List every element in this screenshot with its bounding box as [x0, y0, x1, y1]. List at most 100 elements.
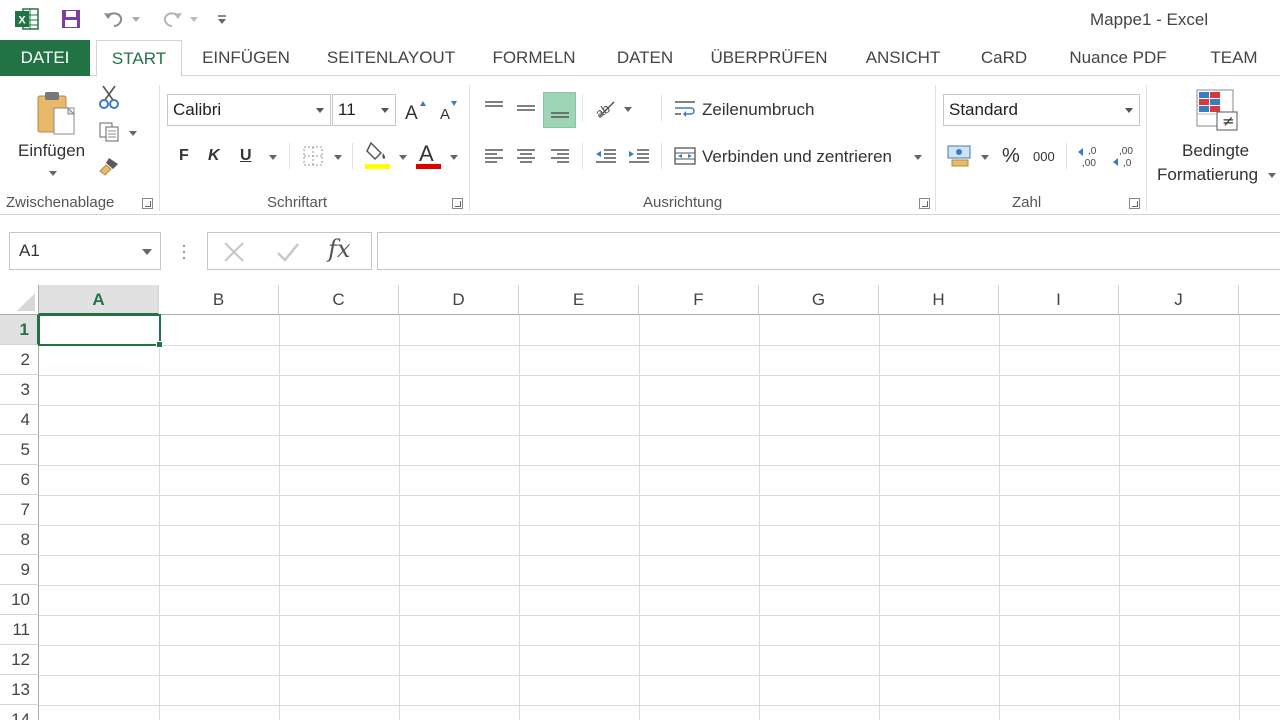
wrap-text-button[interactable]: Zeilenumbruch [702, 100, 814, 120]
format-painter-icon[interactable] [96, 153, 122, 179]
copy-icon[interactable] [96, 119, 122, 145]
align-right-icon[interactable] [546, 143, 574, 169]
underline-dropdown-icon[interactable] [269, 155, 277, 160]
tab-seitenlayout[interactable]: SEITENLAYOUT [322, 40, 460, 76]
fill-color-dropdown-icon[interactable] [399, 155, 407, 160]
number-launcher-icon[interactable] [1129, 198, 1140, 209]
font-name-combo[interactable]: Calibri [167, 94, 331, 126]
column-header-j[interactable]: J [1119, 285, 1239, 315]
name-box-dropdown-icon[interactable] [142, 249, 152, 255]
increase-indent-icon[interactable] [625, 143, 653, 169]
row-header-5[interactable]: 5 [0, 435, 39, 465]
copy-dropdown-icon[interactable] [129, 131, 137, 136]
cancel-icon[interactable] [220, 239, 248, 265]
accounting-dropdown-icon[interactable] [981, 155, 989, 160]
bold-button[interactable]: F [179, 147, 189, 165]
tab-einfuegen[interactable]: EINFÜGEN [196, 40, 296, 76]
row-header-6[interactable]: 6 [0, 465, 39, 495]
row-header-2[interactable]: 2 [0, 345, 39, 375]
font-color-dropdown-icon[interactable] [450, 155, 458, 160]
paste-icon[interactable] [28, 85, 84, 141]
redo-dropdown-icon[interactable] [190, 16, 198, 22]
increase-decimal-icon[interactable]: ,0 ,00 [1075, 141, 1105, 171]
font-name-dropdown-icon[interactable] [316, 108, 324, 113]
formula-bar-resize-handle[interactable] [182, 243, 186, 261]
conditional-formatting-icon[interactable]: ≠ [1194, 87, 1242, 135]
italic-button[interactable]: K [208, 147, 220, 165]
row-header-8[interactable]: 8 [0, 525, 39, 555]
borders-icon[interactable] [300, 143, 326, 169]
font-size-dropdown-icon[interactable] [381, 108, 389, 113]
redo-icon[interactable] [160, 6, 184, 32]
align-top-icon[interactable] [480, 93, 508, 123]
excel-logo-icon[interactable]: X [14, 6, 40, 32]
enter-icon[interactable] [274, 239, 302, 265]
worksheet-grid[interactable]: ABCDEFGHIJ 1 2 3 4 5 6 7 8 9 10 11 12 13 14 [0, 285, 1280, 720]
decrease-decimal-icon[interactable]: ,00 ,0 [1110, 141, 1140, 171]
row-header-12[interactable]: 12 [0, 645, 39, 675]
borders-dropdown-icon[interactable] [334, 155, 342, 160]
undo-icon[interactable] [102, 6, 126, 32]
column-header-c[interactable]: C [279, 285, 399, 315]
paste-dropdown-icon[interactable] [49, 171, 57, 176]
font-color-icon[interactable]: A [415, 139, 443, 171]
tab-ansicht[interactable]: ANSICHT [856, 40, 950, 76]
row-header-4[interactable]: 4 [0, 405, 39, 435]
tab-card[interactable]: CaRD [974, 40, 1034, 76]
grow-font-icon[interactable]: A [403, 97, 427, 123]
column-header-b[interactable]: B [159, 285, 279, 315]
column-header-a[interactable]: A [39, 285, 159, 315]
font-size-combo[interactable]: 11 [332, 94, 396, 126]
underline-button[interactable]: U [240, 147, 252, 165]
tab-nuance-pdf[interactable]: Nuance PDF [1060, 40, 1176, 76]
column-header-partial[interactable] [1239, 285, 1280, 315]
font-launcher-icon[interactable] [452, 198, 463, 209]
decrease-indent-icon[interactable] [592, 143, 620, 169]
row-header-3[interactable]: 3 [0, 375, 39, 405]
align-bottom-icon[interactable] [543, 92, 576, 128]
tab-formeln[interactable]: FORMELN [484, 40, 584, 76]
row-header-10[interactable]: 10 [0, 585, 39, 615]
row-header-1[interactable]: 1 [0, 315, 39, 345]
active-cell-a1[interactable] [38, 314, 161, 346]
percent-button[interactable]: % [1002, 145, 1020, 168]
column-header-i[interactable]: I [999, 285, 1119, 315]
accounting-format-icon[interactable] [945, 141, 975, 169]
shrink-font-icon[interactable]: A [437, 97, 461, 123]
merge-center-icon[interactable] [672, 143, 698, 169]
select-all-button[interactable] [0, 285, 39, 315]
column-header-e[interactable]: E [519, 285, 639, 315]
fill-handle[interactable] [156, 341, 163, 348]
tab-datei[interactable]: DATEI [0, 40, 90, 76]
customize-qat-icon[interactable] [216, 6, 228, 32]
conditional-formatting-label-2[interactable]: Formatierung [1157, 165, 1258, 185]
orientation-icon[interactable]: ab [591, 93, 619, 123]
column-header-h[interactable]: H [879, 285, 999, 315]
align-middle-icon[interactable] [512, 93, 540, 123]
row-header-7[interactable]: 7 [0, 495, 39, 525]
conditional-formatting-button[interactable]: Bedingte [1182, 141, 1249, 161]
save-icon[interactable] [60, 6, 82, 32]
column-header-g[interactable]: G [759, 285, 879, 315]
column-header-f[interactable]: F [639, 285, 759, 315]
wrap-text-icon[interactable] [672, 95, 698, 123]
row-header-11[interactable]: 11 [0, 615, 39, 645]
row-header-13[interactable]: 13 [0, 675, 39, 705]
number-format-combo[interactable]: Standard [943, 94, 1140, 126]
undo-dropdown-icon[interactable] [132, 16, 140, 22]
formula-input[interactable] [377, 232, 1280, 270]
name-box[interactable]: A1 [9, 232, 161, 270]
number-format-dropdown-icon[interactable] [1125, 108, 1133, 113]
column-header-d[interactable]: D [399, 285, 519, 315]
merge-center-button[interactable]: Verbinden und zentrieren [702, 147, 892, 167]
tab-team[interactable]: TEAM [1202, 40, 1266, 76]
thousands-separator-button[interactable]: 000 [1033, 149, 1055, 164]
clipboard-launcher-icon[interactable] [142, 198, 153, 209]
fill-color-icon[interactable] [364, 139, 392, 171]
tab-start[interactable]: START [96, 40, 182, 77]
paste-button[interactable]: Einfügen [18, 141, 85, 161]
cut-icon[interactable] [96, 83, 122, 111]
insert-function-button[interactable]: fx [328, 235, 350, 263]
tab-ueberpruefen[interactable]: ÜBERPRÜFEN [706, 40, 832, 76]
merge-center-dropdown-icon[interactable] [914, 155, 922, 160]
